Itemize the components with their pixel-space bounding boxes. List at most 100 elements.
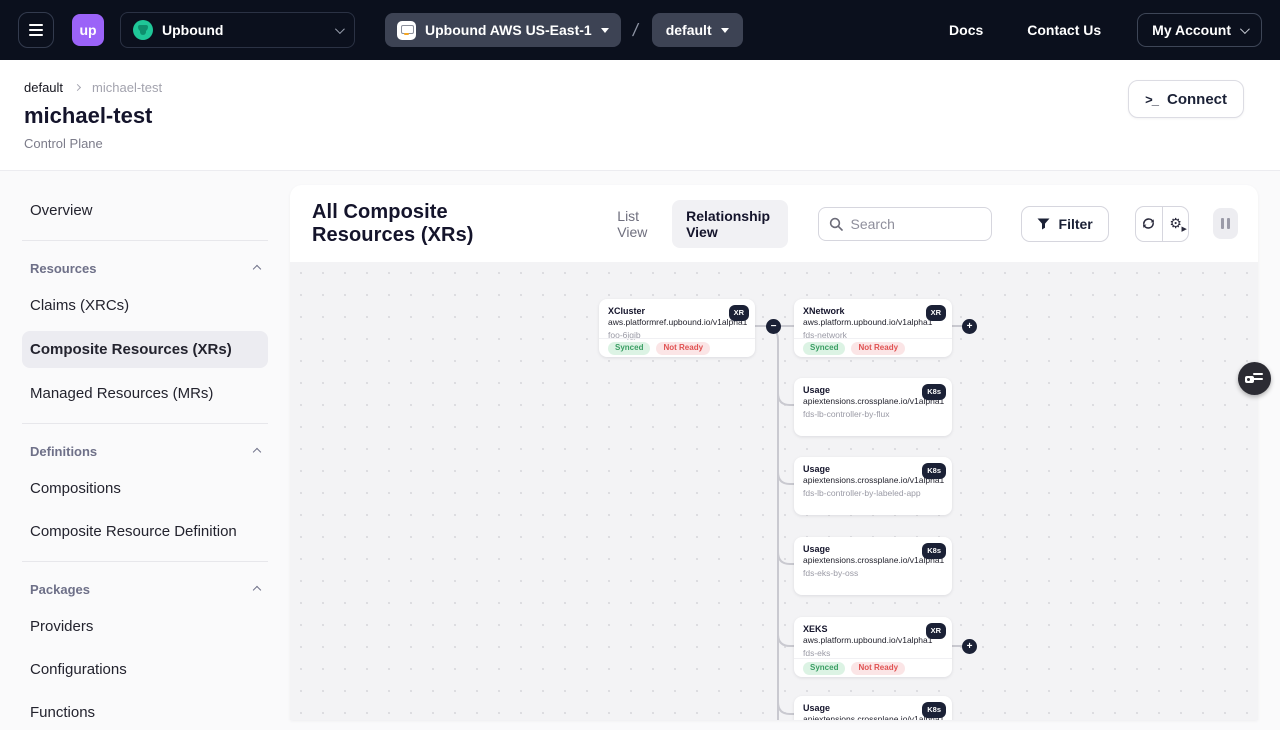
caret-down-icon [721,28,729,33]
relationship-view-tab[interactable]: Relationship View [672,200,787,248]
node-api-version: apiextensions.crossplane.io/v1alpha1 [803,475,943,485]
pause-icon [1221,218,1224,229]
chevron-up-icon [253,264,261,272]
relationship-graph[interactable]: − + + XCluster aws.platformref.upbound.i… [290,262,1258,720]
funnel-icon [1037,218,1050,230]
list-view-tab[interactable]: List View [603,200,672,248]
status-badge-synced: Synced [803,662,845,675]
sidebar-item-configurations[interactable]: Configurations [22,652,268,687]
graph-action-group: ⚙▶ [1135,206,1190,242]
upbound-logo[interactable]: up [72,14,104,46]
node-kind-badge: K8s [922,543,946,559]
sidebar-section-packages[interactable]: Packages [22,574,268,605]
section-title: Resources [30,261,96,276]
view-toggle: List View Relationship View [603,200,787,248]
namespace-selector-label: default [666,22,712,38]
node-title: XNetwork [803,306,943,316]
sidebar-item-compositions[interactable]: Compositions [22,471,268,506]
sidebar-item-functions[interactable]: Functions [22,695,268,730]
chevron-right-icon [74,84,81,91]
node-api-version: aws.platformref.upbound.io/v1alpha1 [608,317,746,327]
refresh-icon [1141,216,1156,231]
control-plane-icon [397,21,416,40]
panel-title: All Composite Resources (XRs) [312,201,553,247]
pause-button[interactable] [1213,208,1238,239]
node-status-row: Synced Not Ready [794,658,952,677]
node-resource-name: fds-lb-controller-by-flux [803,409,943,419]
graph-node-usage-labeled-app[interactable]: Usage apiextensions.crossplane.io/v1alph… [794,457,952,515]
docs-link[interactable]: Docs [949,22,983,38]
legend-toggle-button[interactable] [1238,362,1271,395]
namespace-selector[interactable]: default [652,13,743,47]
status-badge-synced: Synced [803,342,845,355]
graph-node-usage-eks-oss[interactable]: Usage apiextensions.crossplane.io/v1alph… [794,537,952,595]
node-kind-badge: XR [926,623,946,639]
my-account-button[interactable]: My Account [1137,13,1262,47]
divider [22,423,268,424]
expand-node-button[interactable]: + [962,319,977,334]
status-badge-not-ready: Not Ready [851,342,905,355]
graph-node-xcluster[interactable]: XCluster aws.platformref.upbound.io/v1al… [599,299,755,357]
expand-node-button[interactable]: + [962,639,977,654]
node-resource-name: fds-eks-by-oss [803,568,943,578]
node-status-row: Synced Not Ready [599,338,755,357]
page-subtitle: Control Plane [24,136,1256,151]
sidebar-item-claims[interactable]: Claims (XRCs) [22,288,268,323]
connect-button-label: Connect [1167,91,1227,108]
chevron-up-icon [253,447,261,455]
node-status-row: Synced Not Ready [794,338,952,357]
section-title: Definitions [30,444,97,459]
status-badge-synced: Synced [608,342,650,355]
run-operations-button[interactable]: ⚙▶ [1162,207,1188,241]
main-panel: All Composite Resources (XRs) List View … [290,185,1258,720]
caret-down-icon [601,28,609,33]
org-avatar-icon [133,20,153,40]
node-kind-badge: XR [926,305,946,321]
path-separator: / [631,20,640,41]
sidebar-section-definitions[interactable]: Definitions [22,436,268,467]
filter-button-label: Filter [1059,216,1093,232]
control-plane-selector-label: Upbound AWS US-East-1 [425,22,592,38]
node-kind-badge: K8s [922,702,946,718]
node-kind-badge: XR [729,305,749,321]
graph-node-usage-bottom[interactable]: Usage apiextensions.crossplane.io/v1alph… [794,696,952,720]
contact-us-link[interactable]: Contact Us [1027,22,1101,38]
status-badge-not-ready: Not Ready [851,662,905,675]
connect-button[interactable]: >_ Connect [1128,80,1244,118]
sidebar-section-resources[interactable]: Resources [22,253,268,284]
node-resource-name: fds-lb-controller-by-labeled-app [803,488,943,498]
chevron-up-icon [253,585,261,593]
menu-icon[interactable] [18,12,54,48]
node-title: XCluster [608,306,746,316]
node-api-version: aws.platform.upbound.io/v1alpha1 [803,635,943,645]
my-account-label: My Account [1152,22,1231,38]
org-selector[interactable]: Upbound [120,12,355,48]
status-badge-not-ready: Not Ready [656,342,710,355]
divider [22,240,268,241]
node-kind-badge: K8s [922,384,946,400]
divider [22,561,268,562]
control-plane-selector[interactable]: Upbound AWS US-East-1 [385,13,621,47]
search-input[interactable] [851,216,981,232]
breadcrumb-parent[interactable]: default [24,80,63,95]
sidebar: Overview Resources Claims (XRCs) Composi… [0,171,290,720]
graph-node-usage-flux[interactable]: Usage apiextensions.crossplane.io/v1alph… [794,378,952,436]
node-api-version: aws.platform.upbound.io/v1alpha1 [803,317,943,327]
org-selector-label: Upbound [162,22,223,38]
sidebar-item-providers[interactable]: Providers [22,609,268,644]
sidebar-item-overview[interactable]: Overview [22,193,268,228]
node-title: XEKS [803,624,943,634]
collapse-node-button[interactable]: − [766,319,781,334]
graph-node-xeks[interactable]: XEKS aws.platform.upbound.io/v1alpha1 fd… [794,617,952,677]
graph-node-xnetwork[interactable]: XNetwork aws.platform.upbound.io/v1alpha… [794,299,952,357]
node-api-version: apiextensions.crossplane.io/v1alpha1 [803,396,943,406]
node-api-version: apiextensions.crossplane.io/v1alpha1 [803,555,943,565]
sidebar-item-composite-resources[interactable]: Composite Resources (XRs) [22,331,268,368]
sidebar-item-xrd[interactable]: Composite Resource Definition [22,514,268,549]
search-box [818,207,992,241]
refresh-button[interactable] [1136,207,1162,241]
filter-button[interactable]: Filter [1021,206,1109,242]
top-navbar: up Upbound Upbound AWS US-East-1 / defau… [0,0,1280,60]
page-header: default michael-test michael-test Contro… [0,60,1280,171]
sidebar-item-managed-resources[interactable]: Managed Resources (MRs) [22,376,268,411]
